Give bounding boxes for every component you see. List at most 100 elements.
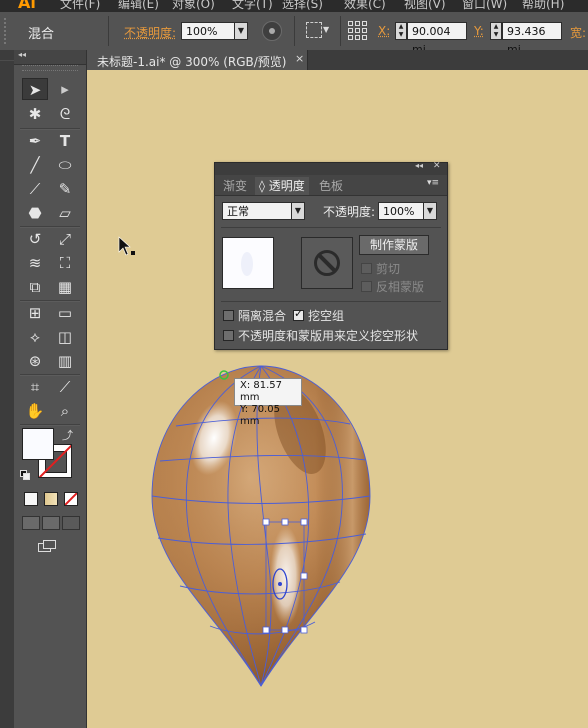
menu-select[interactable]: 选择(S)	[282, 0, 323, 12]
selection-tool-icon[interactable]: ➤	[22, 78, 48, 100]
recolor-artwork-icon[interactable]	[262, 21, 282, 41]
toolbox: ◂◂ ➤ ▸ ✱ ᘓ ✒ T ╱ ⬭ ⟋ ✎ ⬣ ▱ ↺ ⤢ ≋ ⛶ ⧉ ▦ ⊞…	[14, 50, 87, 728]
ellipse-tool-icon[interactable]: ⬭	[52, 154, 78, 176]
slice-tool-icon[interactable]: ⟋	[52, 376, 78, 398]
default-fill-stroke-icon[interactable]	[20, 470, 30, 480]
menu-object[interactable]: 对象(O)	[172, 0, 215, 12]
width-tool-icon[interactable]: ≋	[22, 252, 48, 274]
pen-tool-icon[interactable]: ✒	[22, 130, 48, 152]
shape-builder-tool-icon[interactable]: ⧉	[22, 276, 48, 298]
opacity-mask-knockout-checkbox[interactable]	[223, 330, 234, 341]
x-label: X:	[378, 24, 391, 38]
panel-header[interactable]: ◂◂ ✕	[215, 161, 447, 175]
chevron-down-icon[interactable]: ▼	[423, 202, 437, 220]
blend-mode-select[interactable]: 正常	[222, 202, 292, 220]
no-mask-icon	[314, 250, 340, 276]
menu-effect[interactable]: 效果(C)	[344, 0, 386, 12]
direct-selection-tool-icon[interactable]: ▸	[52, 78, 78, 100]
collapse-icon[interactable]: ◂◂	[415, 161, 423, 170]
gradient-tool-icon[interactable]: ▭	[52, 302, 78, 324]
perspective-grid-tool-icon[interactable]: ▦	[52, 276, 78, 298]
opacity-link[interactable]: 不透明度:	[124, 24, 176, 41]
invert-mask-label: 反相蒙版	[376, 280, 425, 294]
blob-brush-tool-icon[interactable]: ⬣	[22, 202, 48, 224]
menu-edit[interactable]: 编辑(E)	[118, 0, 159, 12]
swap-fill-stroke-icon[interactable]: ⤴	[62, 427, 73, 443]
screen-mode-icon[interactable]	[38, 540, 58, 554]
type-tool-icon[interactable]: T	[52, 130, 78, 152]
knockout-group-checkbox[interactable]	[293, 307, 304, 321]
menu-file[interactable]: 文件(F)	[60, 0, 100, 12]
hand-tool-icon[interactable]: ✋	[22, 400, 48, 422]
cursor-icon	[118, 236, 135, 256]
y-label: Y:	[474, 24, 484, 38]
tab-transparency-label: 透明度	[268, 179, 305, 193]
pencil-tool-icon[interactable]: ✎	[52, 178, 78, 200]
zoom-tool-icon[interactable]: ⌕	[52, 400, 78, 422]
eraser-tool-icon[interactable]: ▱	[52, 202, 78, 224]
menu-type[interactable]: 文字(T)	[232, 0, 273, 12]
artboard-tool-icon[interactable]: ⌗	[22, 376, 48, 398]
invert-mask-checkbox[interactable]	[361, 281, 372, 292]
draw-normal-icon[interactable]	[22, 516, 40, 530]
divider	[221, 227, 441, 228]
chevron-down-icon[interactable]: ▼	[234, 22, 248, 40]
chevron-down-icon[interactable]: ▼	[323, 25, 329, 34]
collapse-icon[interactable]: ◂◂	[18, 50, 26, 59]
free-transform-tool-icon[interactable]: ⛶	[52, 252, 78, 274]
make-mask-button[interactable]: 制作蒙版	[359, 235, 429, 255]
menu-view[interactable]: 视图(V)	[404, 0, 446, 12]
menu-window[interactable]: 窗口(W)	[462, 0, 507, 12]
panel-menu-icon[interactable]: ▾≡	[427, 178, 439, 188]
clip-label: 剪切	[376, 262, 401, 276]
mask-thumbnail[interactable]	[301, 237, 353, 289]
draw-behind-icon[interactable]	[42, 516, 60, 530]
control-bar: 混合 不透明度: 100% ▼ ▼ X: ▲▼ 90.004 mi Y: ▲▼ …	[0, 12, 588, 56]
opacity-input[interactable]: 100%	[181, 22, 235, 40]
none-mode-icon[interactable]	[64, 492, 78, 506]
y-stepper[interactable]: ▲ ▼	[490, 22, 502, 40]
toolbox-grip[interactable]	[22, 65, 78, 71]
tab-transparency[interactable]: ◊ 透明度	[255, 177, 309, 195]
line-tool-icon[interactable]: ╱	[22, 154, 48, 176]
align-icon[interactable]	[306, 22, 322, 38]
reference-point-icon[interactable]	[348, 21, 368, 41]
x-stepper[interactable]: ▲ ▼	[395, 22, 407, 40]
menu-help[interactable]: 帮助(H)	[522, 0, 564, 12]
control-bar-grip[interactable]	[4, 18, 11, 44]
y-input[interactable]: 93.436 mi	[502, 22, 562, 56]
symbol-sprayer-tool-icon[interactable]: ⊛	[22, 350, 48, 372]
close-icon[interactable]: ×	[295, 52, 304, 65]
fill-swatch[interactable]	[22, 428, 54, 460]
app-logo: Ai	[18, 0, 36, 12]
blend-tool-icon[interactable]: ◫	[52, 326, 78, 348]
isolate-blending-checkbox[interactable]	[223, 310, 234, 321]
knockout-group-label: 挖空组	[308, 309, 345, 323]
artwork-thumbnail[interactable]	[222, 237, 274, 289]
draw-inside-icon[interactable]	[62, 516, 80, 530]
toolbox-header[interactable]: ◂◂	[14, 50, 86, 65]
lasso-tool-icon[interactable]: ᘓ	[52, 103, 78, 125]
x-input[interactable]: 90.004 mi	[407, 22, 467, 56]
tab-gradient[interactable]: 渐变	[219, 177, 251, 195]
column-graph-tool-icon[interactable]: ▥	[52, 350, 78, 372]
document-tab[interactable]: 未标题-1.ai* @ 300% (RGB/预览) ×	[87, 50, 308, 70]
rotate-tool-icon[interactable]: ↺	[22, 228, 48, 250]
paintbrush-tool-icon[interactable]: ⟋	[22, 178, 48, 200]
tab-swatches[interactable]: 色板	[315, 177, 347, 195]
clip-checkbox[interactable]	[361, 263, 372, 274]
color-mode-icon[interactable]	[24, 492, 38, 506]
scale-tool-icon[interactable]: ⤢	[52, 228, 78, 250]
menu-bar: Ai 文件(F) 编辑(E) 对象(O) 文字(T) 选择(S) 效果(C) 视…	[0, 0, 588, 12]
eyedropper-tool-icon[interactable]: ⟡	[22, 326, 48, 348]
mesh-tool-icon[interactable]: ⊞	[22, 302, 48, 324]
opacity-label: 不透明度:	[323, 205, 376, 219]
divider	[0, 60, 14, 141]
gradient-mode-icon[interactable]	[44, 492, 58, 506]
opacity-input[interactable]: 100%	[378, 202, 424, 220]
magic-wand-tool-icon[interactable]: ✱	[22, 103, 48, 125]
chevron-down-icon[interactable]: ▼	[291, 202, 305, 220]
divider	[20, 424, 80, 426]
close-icon[interactable]: ✕	[433, 161, 441, 171]
document-tab-bar: 未标题-1.ai* @ 300% (RGB/预览) ×	[87, 50, 588, 70]
